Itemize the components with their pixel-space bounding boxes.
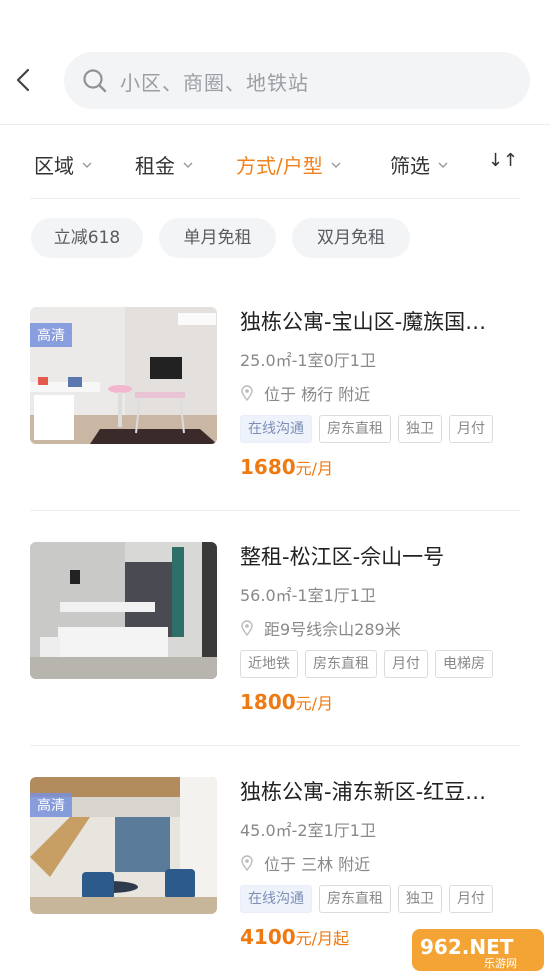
back-button[interactable] — [12, 66, 36, 94]
filter-label: 区域 — [34, 154, 74, 178]
listing-tag: 独卫 — [398, 415, 442, 443]
listing-tag: 独卫 — [398, 885, 442, 913]
listing-photo: 高清 — [30, 777, 217, 914]
listing-tag: 近地铁 — [240, 650, 298, 678]
price-value: 1680 — [240, 455, 296, 479]
location-text: 位于 三林 附近 — [264, 855, 371, 874]
search-icon — [83, 69, 107, 93]
hd-badge: 高清 — [30, 323, 72, 347]
listing-meta: 45.0㎡-2室1厅1卫 — [240, 821, 376, 840]
location-pin-icon — [241, 855, 253, 871]
site-watermark-logo: 962.NET 乐游网 — [412, 929, 544, 971]
promo-tag[interactable]: 单月免租 — [159, 218, 276, 258]
hd-badge: 高清 — [30, 793, 72, 817]
top-bar: 小区、商圈、地铁站 — [0, 0, 550, 125]
chevron-left-icon — [16, 68, 30, 92]
location-pin-icon — [241, 385, 253, 401]
listing-price: 4100元/月起 — [240, 925, 349, 949]
listing-location: 位于 三林 附近 — [240, 851, 370, 875]
listing-meta: 25.0㎡-1室0厅1卫 — [240, 351, 376, 370]
listing-title: 整租-松江区-佘山一号 — [240, 545, 445, 569]
listing-location: 位于 杨行 附近 — [240, 381, 370, 405]
filter-more[interactable]: 筛选 — [390, 150, 448, 179]
listing-card[interactable]: 高清 独栋公寓-浦东新区-红豆… 45.0㎡-2室1厅1卫 位于 三林 附近 在… — [30, 777, 520, 949]
svg-text:乐游网: 乐游网 — [484, 957, 517, 970]
listing-title: 独栋公寓-浦东新区-红豆… — [240, 780, 487, 804]
search-box[interactable]: 小区、商圈、地铁站 — [64, 52, 530, 109]
chevron-down-icon — [438, 162, 448, 168]
location-pin-icon — [241, 620, 253, 636]
chevron-down-icon — [331, 162, 341, 168]
filter-label: 方式/户型 — [236, 154, 323, 178]
listing-title: 独栋公寓-宝山区-魔族国… — [240, 310, 487, 334]
chevron-down-icon — [82, 162, 92, 168]
promo-tags: 立减618 单月免租 双月免租 — [0, 218, 550, 258]
listing-tags: 近地铁 房东直租 月付 电梯房 — [240, 650, 493, 678]
price-unit: 元/月 — [295, 459, 334, 478]
svg-text:962.NET: 962.NET — [420, 935, 514, 959]
promo-tag[interactable]: 立减618 — [31, 218, 143, 258]
listing-tags: 在线沟通 房东直租 独卫 月付 — [240, 415, 493, 443]
listing-tags: 在线沟通 房东直租 独卫 月付 — [240, 885, 493, 913]
listing-tag: 电梯房 — [435, 650, 493, 678]
listing-photo — [30, 542, 217, 679]
price-value: 4100 — [240, 925, 296, 949]
listing-tag: 房东直租 — [305, 650, 377, 678]
listing-tag: 月付 — [449, 415, 493, 443]
listing-tag: 在线沟通 — [240, 415, 312, 443]
filter-type[interactable]: 方式/户型 — [236, 150, 341, 179]
filter-bar: 区域 租金 方式/户型 筛选 ↓↑ — [0, 124, 550, 199]
divider — [30, 745, 520, 746]
filter-label: 租金 — [135, 154, 175, 178]
price-unit: 元/月起 — [295, 929, 350, 948]
listing-photo: 高清 — [30, 307, 217, 444]
promo-tag[interactable]: 双月免租 — [292, 218, 410, 258]
listing-tag: 房东直租 — [319, 885, 391, 913]
search-input[interactable]: 小区、商圈、地铁站 — [120, 67, 309, 96]
listing-tag: 月付 — [449, 885, 493, 913]
filter-label: 筛选 — [390, 154, 430, 178]
listing-card[interactable]: 高清 独栋公寓-宝山区-魔族国… 25.0㎡-1室0厅1卫 位于 杨行 附近 在… — [30, 307, 520, 479]
listing-tag: 在线沟通 — [240, 885, 312, 913]
listing-meta: 56.0㎡-1室1厅1卫 — [240, 586, 376, 605]
divider — [30, 198, 520, 199]
sort-icon[interactable]: ↓↑ — [488, 150, 518, 171]
listing-price: 1800元/月 — [240, 690, 333, 714]
divider — [30, 510, 520, 511]
price-value: 1800 — [240, 690, 296, 714]
location-text: 位于 杨行 附近 — [264, 385, 371, 404]
price-unit: 元/月 — [295, 694, 334, 713]
filter-area[interactable]: 区域 — [34, 150, 92, 179]
filter-rent[interactable]: 租金 — [135, 150, 193, 179]
location-text: 距9号线佘山289米 — [264, 620, 401, 639]
listing-price: 1680元/月 — [240, 455, 333, 479]
chevron-down-icon — [183, 162, 193, 168]
listing-card[interactable]: 整租-松江区-佘山一号 56.0㎡-1室1厅1卫 距9号线佘山289米 近地铁 … — [30, 542, 520, 714]
listing-location: 距9号线佘山289米 — [240, 616, 401, 640]
listing-tag: 房东直租 — [319, 415, 391, 443]
listing-tag: 月付 — [384, 650, 428, 678]
